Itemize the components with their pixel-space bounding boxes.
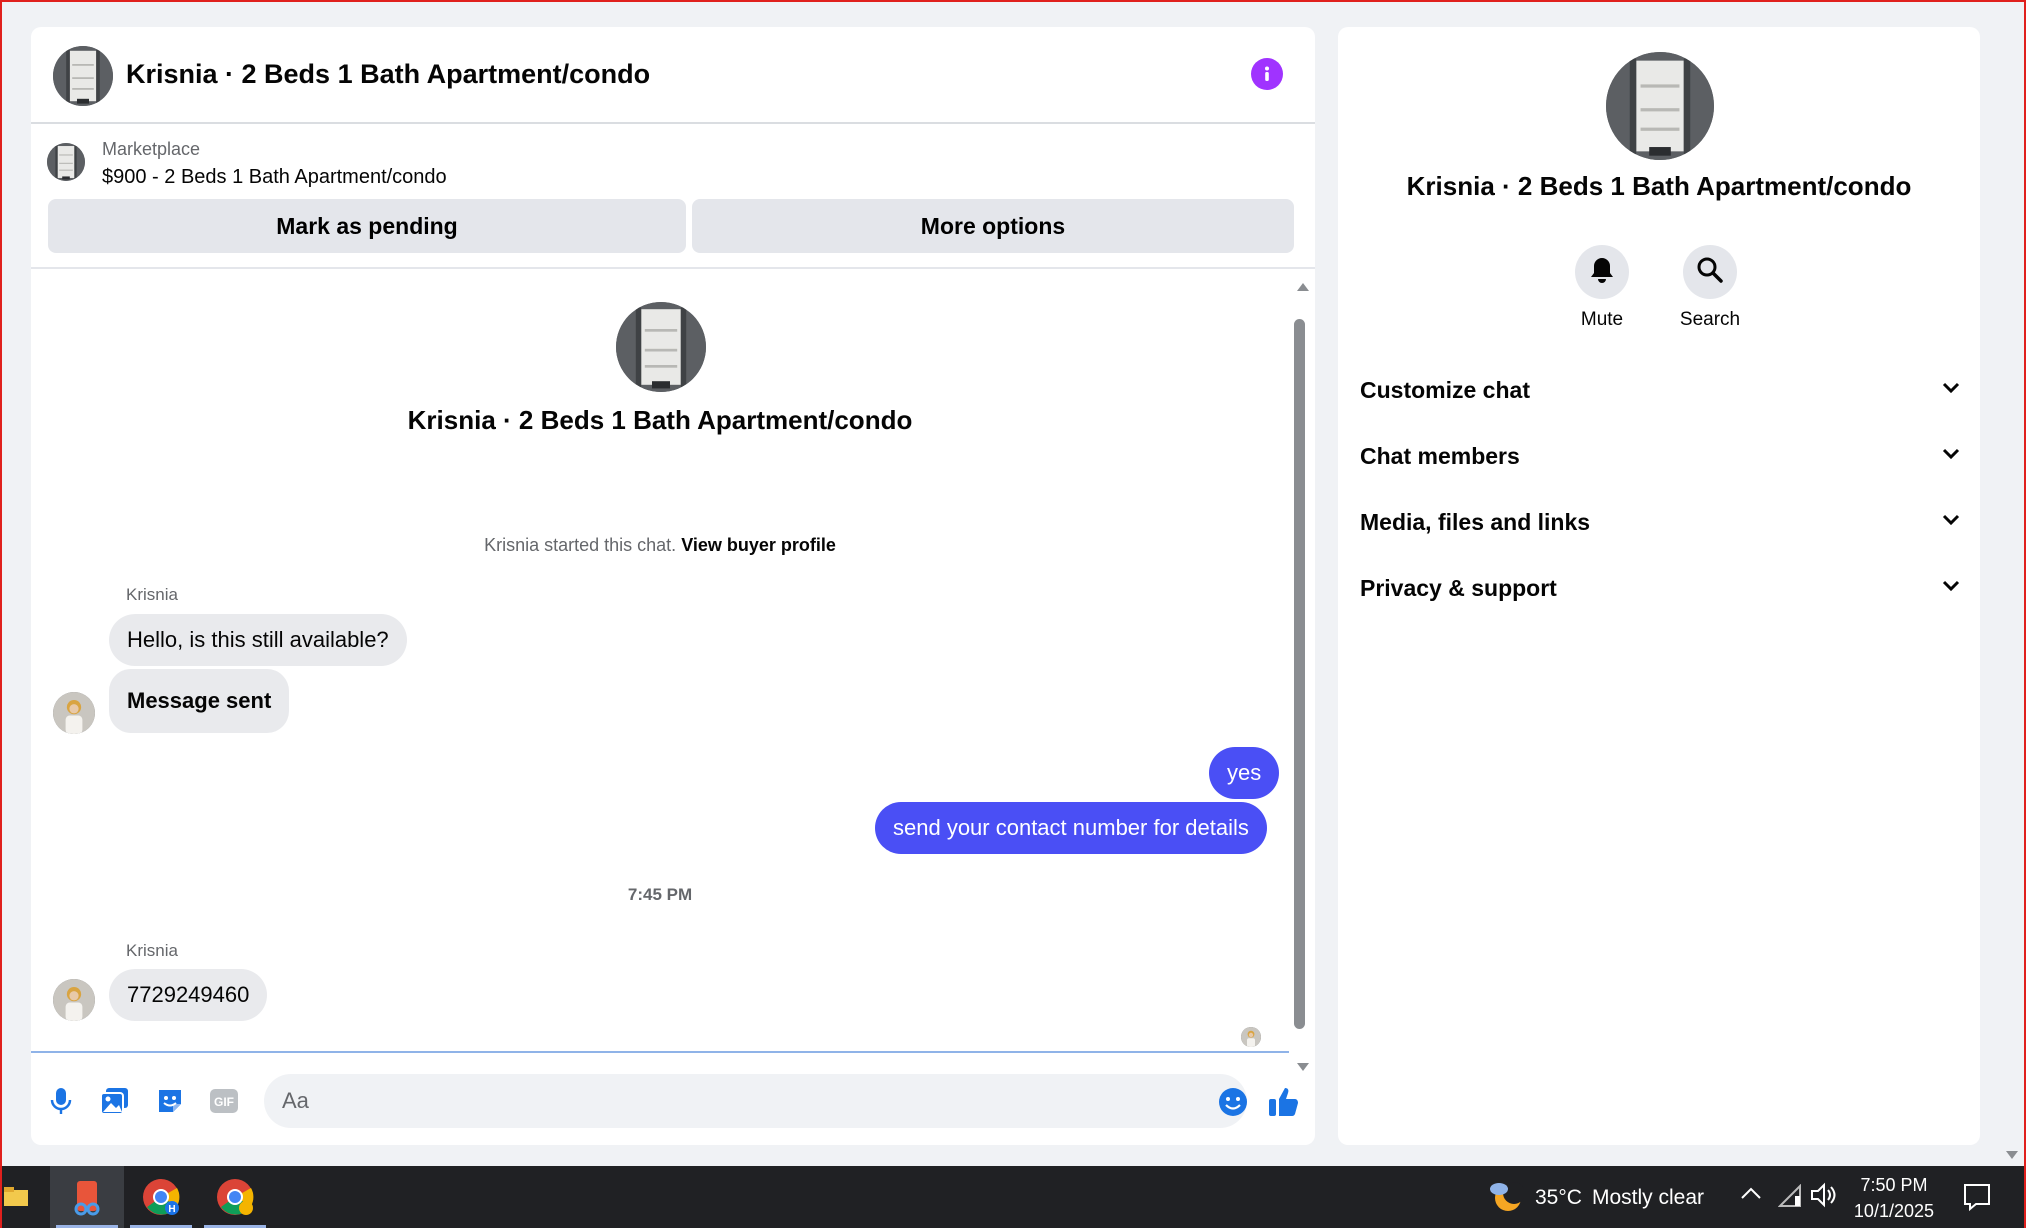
file-explorer-icon[interactable] — [2, 1166, 32, 1228]
marketplace-label: Marketplace — [102, 139, 201, 159]
composer-divider — [31, 1051, 1289, 1053]
scrollbar-thumb[interactable] — [1294, 319, 1305, 1029]
notifications-icon[interactable] — [1962, 1182, 1992, 1217]
chat-info-panel: Krisnia · 2 Beds 1 Bath Apartment/condo … — [1338, 27, 1980, 1145]
divider — [31, 267, 1315, 269]
clock[interactable]: 7:50 PM 10/1/2025 — [1854, 1172, 1934, 1224]
emoji-icon[interactable] — [1217, 1086, 1249, 1118]
network-icon[interactable] — [1777, 1183, 1804, 1213]
chevron-down-icon — [1942, 579, 1960, 597]
chevron-down-icon — [1942, 447, 1960, 465]
mute-button[interactable] — [1575, 245, 1629, 299]
gif-icon[interactable]: GIF — [208, 1085, 240, 1117]
search-icon — [1696, 256, 1724, 289]
mute-label: Mute — [1580, 309, 1624, 330]
view-buyer-profile-link[interactable]: View buyer profile — [681, 535, 836, 555]
section-chat-members[interactable]: Chat members — [1360, 436, 1960, 476]
message-input[interactable] — [264, 1074, 1247, 1128]
sender-avatar[interactable] — [53, 979, 95, 1021]
clock-date: 10/1/2025 — [1853, 1201, 1934, 1221]
message-timestamp: 7:45 PM — [627, 885, 693, 904]
chrome-profile-h-icon[interactable]: H — [124, 1166, 198, 1228]
message-bubble-incoming[interactable]: Hello, is this still available? — [109, 614, 407, 666]
search-label: Search — [1679, 309, 1741, 330]
marketplace-thumb[interactable] — [47, 143, 85, 181]
intro-name: Krisnia · 2 Beds 1 Bath Apartment/condo — [407, 405, 913, 435]
section-customize-chat[interactable]: Customize chat — [1360, 370, 1960, 410]
section-media-files-links[interactable]: Media, files and links — [1360, 502, 1960, 542]
listing-avatar[interactable] — [53, 46, 113, 106]
section-title: Chat members — [1360, 442, 1520, 469]
clock-time: 7:50 PM — [1860, 1175, 1928, 1195]
listing-title[interactable]: $900 - 2 Beds 1 Bath Apartment/condo — [102, 166, 447, 189]
mark-as-pending-button[interactable]: Mark as pending — [48, 199, 686, 253]
message-bubble-incoming[interactable]: Message sent — [109, 669, 290, 733]
intro-avatar — [616, 302, 706, 392]
page-scroll-down-arrow[interactable] — [2004, 1148, 2020, 1166]
weather-description[interactable]: Mostly clear — [1592, 1186, 1704, 1210]
microphone-icon[interactable] — [45, 1085, 77, 1117]
chevron-up-icon[interactable] — [1740, 1186, 1762, 1205]
panel-name: Krisnia · 2 Beds 1 Bath Apartment/condo — [1406, 171, 1912, 201]
message-bubble-outgoing[interactable]: send your contact number for details — [875, 802, 1267, 854]
thumbs-up-icon[interactable] — [1264, 1082, 1304, 1122]
chevron-down-icon — [1942, 513, 1960, 531]
panel-avatar[interactable] — [1606, 52, 1714, 160]
started-text: Krisnia started this chat. — [484, 535, 682, 555]
section-title: Customize chat — [1360, 376, 1530, 403]
info-icon[interactable] — [1251, 58, 1283, 90]
weather-temperature[interactable]: 35°C — [1535, 1186, 1582, 1210]
snipping-tool-icon[interactable] — [50, 1166, 124, 1228]
chat-title[interactable]: Krisnia · 2 Beds 1 Bath Apartment/condo — [126, 59, 650, 90]
sender-name: Krisnia — [126, 585, 178, 604]
bell-icon — [1589, 256, 1615, 289]
more-options-button[interactable]: More options — [692, 199, 1294, 253]
taskbar: H 35°C Mostly clear 7:50 PM 10/1/2025 — [2, 1166, 2024, 1228]
chat-window: Krisnia · 2 Beds 1 Bath Apartment/condo … — [31, 27, 1315, 1145]
sender-name: Krisnia — [126, 941, 178, 960]
weather-icon[interactable] — [1488, 1178, 1525, 1219]
message-bubble-incoming[interactable]: 7729249460 — [109, 969, 268, 1021]
volume-icon[interactable] — [1810, 1182, 1838, 1213]
sender-avatar[interactable] — [53, 692, 95, 734]
search-button[interactable] — [1683, 245, 1737, 299]
chat-started-note: Krisnia started this chat. View buyer pr… — [31, 535, 1289, 556]
message-bubble-outgoing[interactable]: yes — [1209, 747, 1280, 799]
seen-receipt-avatar — [1241, 1027, 1261, 1047]
image-icon[interactable] — [99, 1085, 131, 1117]
svg-text:H: H — [168, 1204, 175, 1215]
section-privacy-support[interactable]: Privacy & support — [1360, 568, 1960, 608]
chevron-down-icon — [1942, 381, 1960, 399]
section-title: Privacy & support — [1360, 574, 1557, 601]
sticker-icon[interactable] — [154, 1085, 186, 1117]
svg-text:GIF: GIF — [214, 1095, 234, 1109]
section-title: Media, files and links — [1360, 508, 1591, 535]
chrome-profile-icon[interactable] — [198, 1166, 272, 1228]
chat-header: Krisnia · 2 Beds 1 Bath Apartment/condo — [31, 27, 1315, 124]
